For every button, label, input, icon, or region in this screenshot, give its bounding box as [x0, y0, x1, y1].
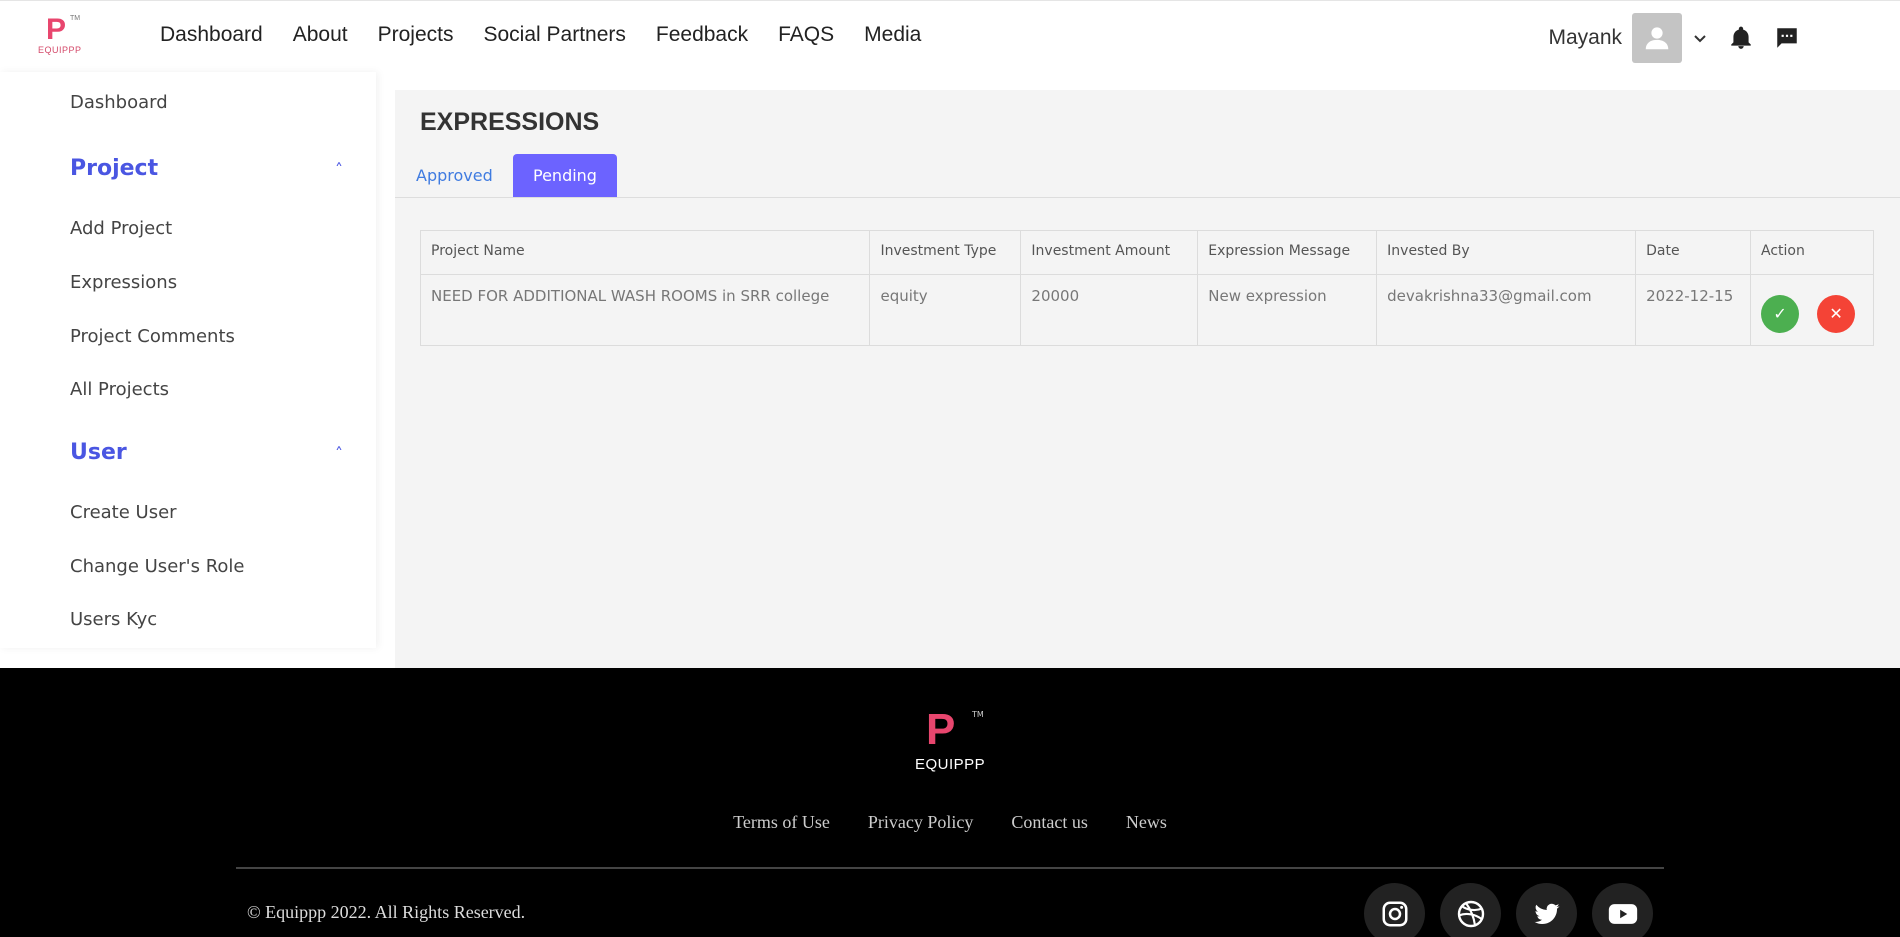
sidebar-item-dashboard[interactable]: Dashboard: [70, 92, 168, 113]
cell-investment-type: equity: [869, 274, 1022, 346]
cell-date: 2022-12-15: [1635, 274, 1752, 346]
nav-media[interactable]: Media: [864, 23, 921, 47]
chevron-down-icon[interactable]: [1692, 30, 1708, 46]
col-project-name: Project Name: [419, 230, 871, 275]
nav-dashboard[interactable]: Dashboard: [160, 23, 263, 47]
user-area: Mayank: [1548, 13, 1800, 63]
youtube-icon[interactable]: [1592, 883, 1653, 937]
footer-logo-tm: TM: [972, 710, 984, 719]
footer-link-news[interactable]: News: [1126, 812, 1167, 833]
twitter-icon[interactable]: [1516, 883, 1577, 937]
sidebar-section-project[interactable]: Project: [70, 156, 158, 181]
col-expression-message: Expression Message: [1197, 230, 1378, 275]
col-invested-by: Invested By: [1376, 230, 1637, 275]
nav-about[interactable]: About: [293, 23, 348, 47]
sidebar-item-change-role[interactable]: Change User's Role: [70, 556, 245, 577]
instagram-icon[interactable]: [1364, 883, 1425, 937]
dribbble-icon[interactable]: [1440, 883, 1501, 937]
footer: P TM EQUIPPP Terms of Use Privacy Policy…: [0, 668, 1900, 937]
logo-p-mark: P: [46, 13, 67, 46]
table-row: NEED FOR ADDITIONAL WASH ROOMS in SRR co…: [419, 274, 1874, 346]
reject-button[interactable]: ✕: [1817, 295, 1856, 333]
footer-brand-text: EQUIPPP: [915, 756, 986, 773]
col-investment-amount: Investment Amount: [1020, 230, 1199, 275]
tab-approved[interactable]: Approved: [396, 154, 513, 197]
cell-investment-amount: 20000: [1020, 274, 1199, 346]
col-investment-type: Investment Type: [869, 230, 1022, 275]
expressions-table: Project Name Investment Type Investment …: [419, 230, 1874, 346]
nav-feedback[interactable]: Feedback: [656, 23, 748, 47]
logo-tm: TM: [70, 15, 81, 22]
user-name[interactable]: Mayank: [1548, 26, 1622, 50]
footer-logo-p-mark: P: [926, 705, 956, 754]
message-icon[interactable]: [1774, 25, 1800, 51]
col-date: Date: [1635, 230, 1752, 275]
logo-brand-text: EQUIPPP: [38, 45, 82, 55]
cell-project-name: NEED FOR ADDITIONAL WASH ROOMS in SRR co…: [419, 274, 871, 346]
cell-expression-message: New expression: [1197, 274, 1378, 346]
main-nav: Dashboard About Projects Social Partners…: [160, 23, 921, 47]
top-header: P TM EQUIPPP Dashboard About Projects So…: [0, 0, 1900, 72]
sidebar-item-expressions[interactable]: Expressions: [70, 272, 177, 293]
cell-invested-by: devakrishna33@gmail.com: [1376, 274, 1637, 346]
expressions-table-wrap: Project Name Investment Type Investment …: [419, 230, 1874, 346]
approve-button[interactable]: ✓: [1761, 295, 1800, 333]
table-header-row: Project Name Investment Type Investment …: [419, 230, 1874, 275]
social-links: [1364, 883, 1653, 937]
nav-projects[interactable]: Projects: [378, 23, 454, 47]
nav-social-partners[interactable]: Social Partners: [483, 23, 625, 47]
footer-link-privacy[interactable]: Privacy Policy: [868, 812, 974, 833]
footer-divider: [236, 867, 1664, 869]
check-icon: ✓: [1773, 304, 1787, 323]
tab-pending[interactable]: Pending: [513, 154, 617, 197]
avatar[interactable]: [1632, 13, 1682, 63]
footer-logo[interactable]: P TM EQUIPPP: [910, 708, 990, 778]
chevron-up-icon[interactable]: ˄: [335, 160, 343, 179]
nav-faqs[interactable]: FAQS: [778, 23, 834, 47]
main-content: EXPRESSIONS Approved Pending Project Nam…: [395, 90, 1900, 668]
page-title: EXPRESSIONS: [420, 108, 600, 136]
user-silhouette-icon: [1645, 27, 1669, 50]
sidebar-item-project-comments[interactable]: Project Comments: [70, 326, 235, 347]
sidebar-section-user[interactable]: User: [70, 440, 127, 465]
sidebar-item-users-kyc[interactable]: Users Kyc: [70, 609, 157, 630]
tab-bar: Approved Pending: [395, 154, 1900, 198]
chevron-up-icon[interactable]: ˄: [335, 444, 343, 463]
sidebar-item-all-projects[interactable]: All Projects: [70, 379, 169, 400]
close-icon: ✕: [1829, 304, 1843, 323]
sidebar-item-create-user[interactable]: Create User: [70, 502, 177, 523]
copyright-text: © Equippp 2022. All Rights Reserved.: [247, 902, 526, 922]
equippp-logo[interactable]: P TM EQUIPPP: [36, 15, 84, 57]
cell-action: ✓ ✕: [1750, 274, 1874, 346]
sidebar: Dashboard Project ˄ Add Project Expressi…: [0, 72, 376, 648]
footer-link-contact[interactable]: Contact us: [1011, 812, 1088, 833]
sidebar-item-add-project[interactable]: Add Project: [70, 218, 172, 239]
col-action: Action: [1750, 230, 1874, 275]
footer-link-terms[interactable]: Terms of Use: [733, 812, 830, 833]
bell-icon[interactable]: [1728, 25, 1754, 51]
footer-links: Terms of Use Privacy Policy Contact us N…: [0, 812, 1900, 833]
